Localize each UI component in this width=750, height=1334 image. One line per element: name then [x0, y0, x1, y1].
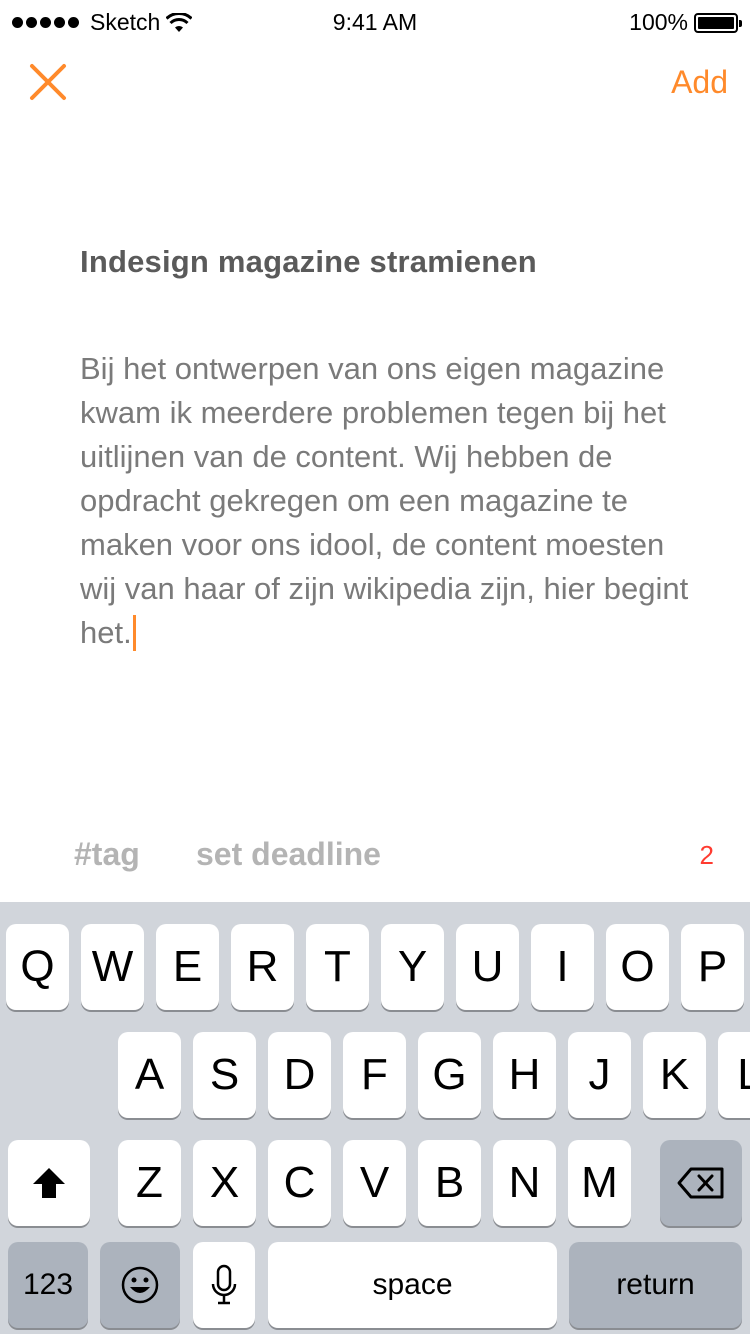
text-caret	[132, 615, 136, 651]
key-r[interactable]: R	[231, 924, 294, 1010]
key-j[interactable]: J	[568, 1032, 631, 1118]
key-l[interactable]: L	[718, 1032, 750, 1118]
note-body-field[interactable]: Bij het ontwerpen van ons eigen magazine…	[80, 347, 690, 655]
battery-icon	[694, 12, 742, 33]
key-x[interactable]: X	[193, 1140, 256, 1226]
screen: Sketch 9:41 AM 100% Add Indesign magazin…	[0, 0, 750, 1334]
key-g[interactable]: G	[418, 1032, 481, 1118]
key-y[interactable]: Y	[381, 924, 444, 1010]
status-right: 100%	[629, 9, 742, 36]
emoji-key[interactable]	[100, 1242, 180, 1328]
numbers-key[interactable]: 123	[8, 1242, 88, 1328]
key-q[interactable]: Q	[6, 924, 69, 1010]
key-m[interactable]: M	[568, 1140, 631, 1226]
key-s[interactable]: S	[193, 1032, 256, 1118]
key-h[interactable]: H	[493, 1032, 556, 1118]
key-c[interactable]: C	[268, 1140, 331, 1226]
shift-key[interactable]	[8, 1140, 90, 1226]
emoji-icon	[121, 1266, 159, 1304]
key-w[interactable]: W	[81, 924, 144, 1010]
key-i[interactable]: I	[531, 924, 594, 1010]
key-n[interactable]: N	[493, 1140, 556, 1226]
return-key[interactable]: return	[569, 1242, 742, 1328]
key-v[interactable]: V	[343, 1140, 406, 1226]
microphone-icon	[211, 1264, 237, 1305]
key-e[interactable]: E	[156, 924, 219, 1010]
set-deadline-button[interactable]: set deadline	[196, 836, 381, 873]
key-t[interactable]: T	[306, 924, 369, 1010]
space-key[interactable]: space	[268, 1242, 557, 1328]
close-button[interactable]	[28, 62, 68, 102]
note-body-text: Bij het ontwerpen van ons eigen magazine…	[80, 351, 689, 650]
key-f[interactable]: F	[343, 1032, 406, 1118]
key-b[interactable]: B	[418, 1140, 481, 1226]
key-d[interactable]: D	[268, 1032, 331, 1118]
keyboard: QWERTYUIOP ASDFGHJKL ZXCVBNM 123 space r…	[0, 902, 750, 1334]
tag-button[interactable]: #tag	[74, 836, 140, 873]
close-icon	[30, 64, 66, 100]
delete-key[interactable]	[660, 1140, 742, 1226]
status-bar: Sketch 9:41 AM 100%	[0, 0, 750, 40]
key-o[interactable]: O	[606, 924, 669, 1010]
delete-icon	[677, 1167, 724, 1199]
key-a[interactable]: A	[118, 1032, 181, 1118]
shift-icon	[33, 1168, 65, 1198]
key-k[interactable]: K	[643, 1032, 706, 1118]
microphone-key[interactable]	[193, 1242, 255, 1328]
key-u[interactable]: U	[456, 924, 519, 1010]
battery-percent: 100%	[629, 9, 688, 35]
add-button[interactable]: Add	[671, 64, 728, 101]
battery-fill	[698, 16, 734, 29]
key-p[interactable]: P	[681, 924, 744, 1010]
key-z[interactable]: Z	[118, 1140, 181, 1226]
count-badge: 2	[699, 840, 714, 870]
note-title-field[interactable]: Indesign magazine stramienen	[80, 244, 680, 280]
